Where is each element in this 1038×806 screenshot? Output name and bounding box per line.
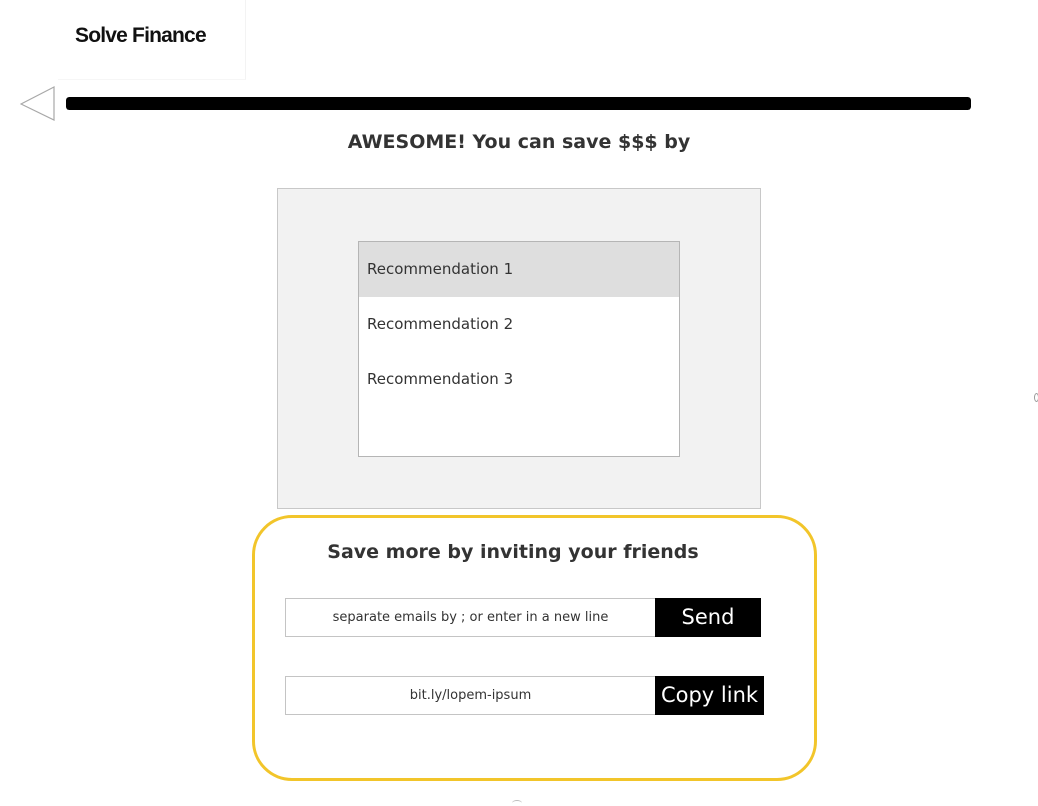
page-title: AWESOME! You can save $$$ by xyxy=(347,131,691,153)
edge-indicator xyxy=(1034,393,1038,402)
progress-bar xyxy=(66,97,971,110)
bottom-indicator xyxy=(512,800,522,806)
progress-bar-fill xyxy=(66,97,971,110)
invite-title: Save more by inviting your friends xyxy=(327,541,699,563)
recommendation-item-2[interactable]: Recommendation 2 xyxy=(359,297,679,352)
copy-link-button[interactable]: Copy link xyxy=(655,676,764,715)
share-link-field[interactable]: bit.ly/lopem-ipsum xyxy=(285,676,656,715)
send-button[interactable]: Send xyxy=(655,598,761,637)
email-input[interactable] xyxy=(286,599,655,636)
recommendation-item-3[interactable]: Recommendation 3 xyxy=(359,352,679,407)
recommendation-item-1[interactable]: Recommendation 1 xyxy=(359,242,679,297)
recommendation-list: Recommendation 1 Recommendation 2 Recomm… xyxy=(358,241,680,457)
email-field[interactable] xyxy=(285,598,656,637)
brand-logo[interactable]: Solve Finance xyxy=(75,24,207,48)
brand-header: Solve Finance xyxy=(58,0,246,80)
back-arrow-icon[interactable] xyxy=(19,86,56,122)
